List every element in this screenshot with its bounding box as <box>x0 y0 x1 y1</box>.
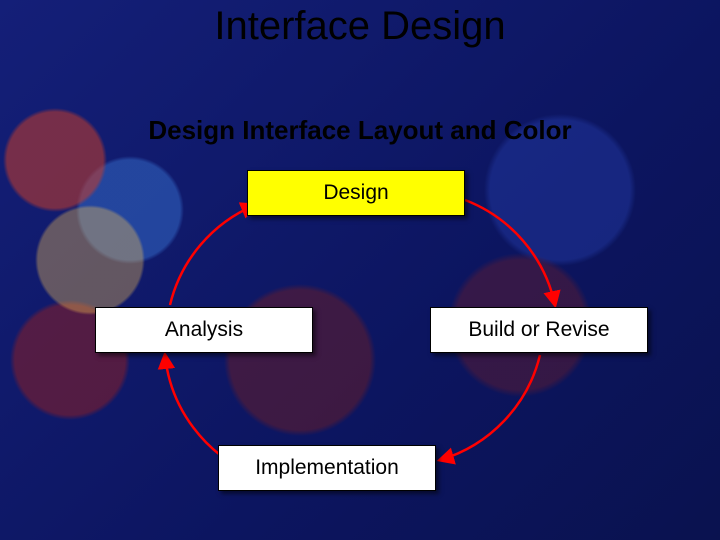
cycle-box-design: Design <box>247 170 465 216</box>
slide: Interface Design Design Interface Layout… <box>0 0 720 540</box>
cycle-box-label: Design <box>323 181 388 204</box>
arrow-build-to-implementation <box>440 355 540 460</box>
page-subtitle: Design Interface Layout and Color <box>0 115 720 146</box>
cycle-box-label: Build or Revise <box>468 318 609 341</box>
cycle-box-label: Implementation <box>255 456 399 479</box>
cycle-box-analysis: Analysis <box>95 307 313 353</box>
cycle-box-build: Build or Revise <box>430 307 648 353</box>
arrow-design-to-build <box>465 200 555 305</box>
page-title: Interface Design <box>0 4 720 49</box>
arrow-analysis-to-design <box>170 205 255 305</box>
cycle-box-label: Analysis <box>165 318 243 341</box>
cycle-box-implementation: Implementation <box>218 445 436 491</box>
